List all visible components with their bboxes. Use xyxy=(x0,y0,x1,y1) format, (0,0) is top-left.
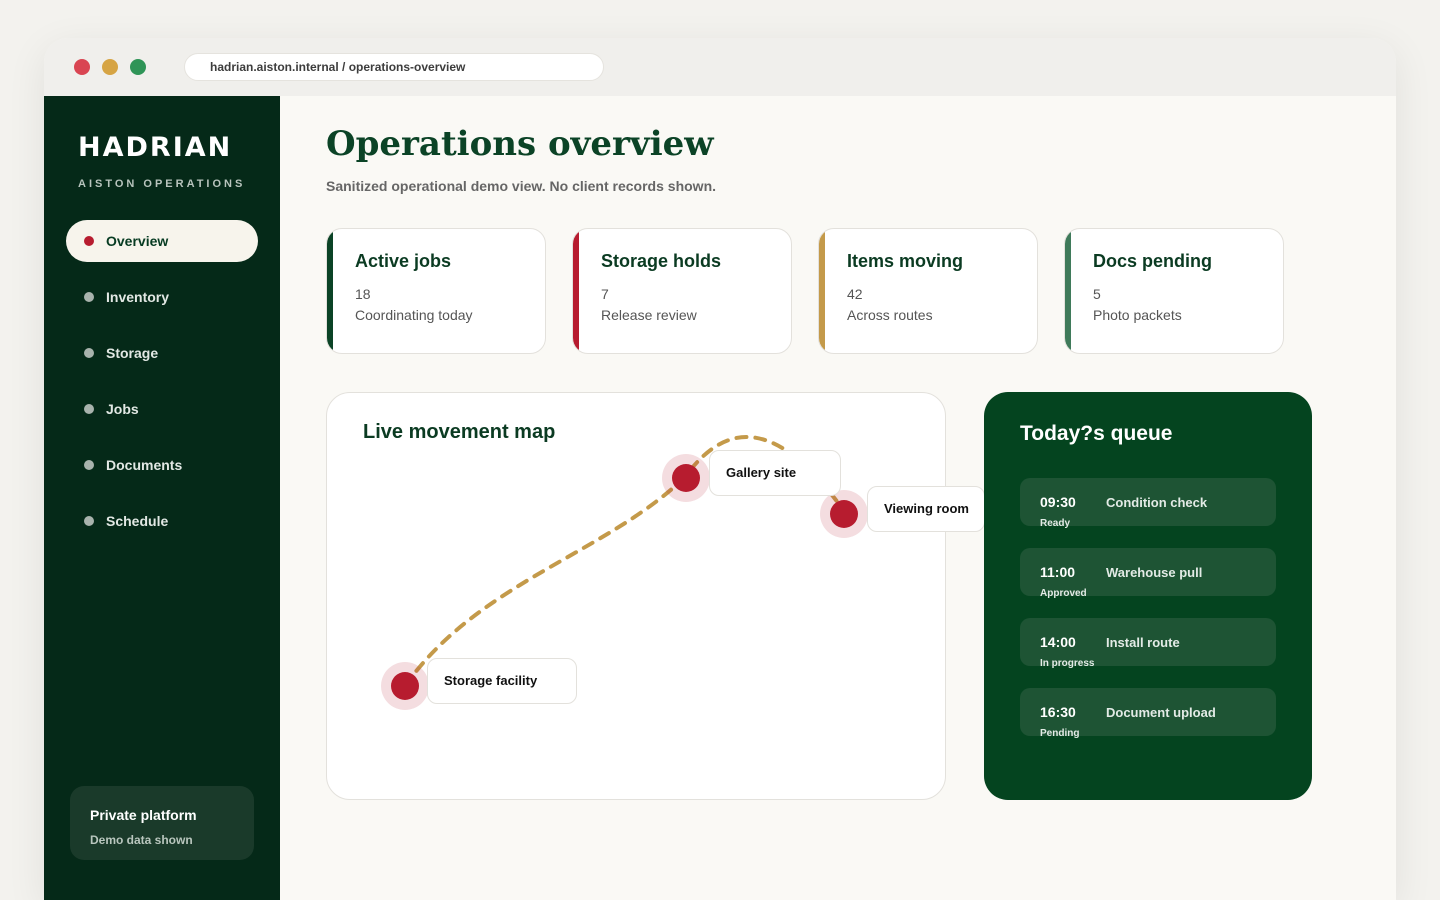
queue-item-status: Pending xyxy=(1040,728,1080,739)
stat-accent-bar xyxy=(819,229,825,353)
queue-item-status: In progress xyxy=(1040,658,1095,669)
sidebar-item-jobs[interactable]: Jobs xyxy=(66,388,258,430)
stat-card-docs-pending[interactable]: Docs pending 5 Photo packets xyxy=(1064,228,1284,354)
stat-accent-bar xyxy=(1065,229,1071,353)
bullet-icon xyxy=(84,292,94,302)
queue-item-time: 11:00 xyxy=(1040,564,1076,580)
queue-item-time: 14:00 xyxy=(1040,634,1076,650)
location-label-storage-facility[interactable]: Storage facility xyxy=(427,658,577,704)
brand-logo[interactable]: HADRIAN xyxy=(78,132,232,163)
sidebar-item-schedule[interactable]: Schedule xyxy=(66,500,258,542)
page-title: Operations overview xyxy=(326,124,714,164)
stat-detail: Release review xyxy=(601,307,697,323)
location-label-gallery-site[interactable]: Gallery site xyxy=(709,450,841,496)
stat-detail: Photo packets xyxy=(1093,307,1182,323)
stat-title: Active jobs xyxy=(355,251,452,271)
sidebar-item-label: Jobs xyxy=(106,401,139,417)
minimize-window-button[interactable] xyxy=(102,59,118,75)
bullet-icon xyxy=(84,236,94,246)
queue-item[interactable]: 09:30 Condition check Ready xyxy=(1020,478,1276,529)
location-label-viewing-room[interactable]: Viewing room xyxy=(867,486,985,532)
route-map-svg xyxy=(381,435,868,710)
private-platform-title: Private platform xyxy=(90,807,197,823)
stat-accent-bar xyxy=(327,229,333,353)
bullet-icon xyxy=(84,460,94,470)
stat-detail: Coordinating today xyxy=(355,307,473,323)
stat-accent-bar xyxy=(573,229,579,353)
live-movement-map[interactable]: Live movement map Storage facility Galle… xyxy=(326,392,985,800)
queue-item-status: Ready xyxy=(1040,518,1071,529)
main-content: Operations overview Sanitized operationa… xyxy=(280,96,1396,900)
stat-value: 42 xyxy=(847,286,863,302)
sidebar-item-inventory[interactable]: Inventory xyxy=(66,276,258,318)
viewing-room-pin-icon[interactable] xyxy=(830,500,858,528)
stat-value: 18 xyxy=(355,286,371,302)
queue-item-task: Condition check xyxy=(1106,495,1208,510)
stat-card-items-moving[interactable]: Items moving 42 Across routes xyxy=(818,228,1038,354)
stat-detail: Across routes xyxy=(847,307,933,323)
private-platform-card: Private platform Demo data shown xyxy=(70,786,254,860)
queue-item-time: 16:30 xyxy=(1040,704,1076,720)
queue-item-status: Approved xyxy=(1040,588,1087,599)
sidebar-item-label: Inventory xyxy=(106,289,170,305)
queue-title: Today?s queue xyxy=(1020,422,1173,445)
queue-item-task: Document upload xyxy=(1106,705,1216,720)
todays-queue-panel: Today?s queue 09:30 Condition check Read… xyxy=(984,392,1312,800)
stat-value: 7 xyxy=(601,286,609,302)
bullet-icon xyxy=(84,404,94,414)
bullet-icon xyxy=(84,348,94,358)
queue-item[interactable]: 14:00 Install route In progress xyxy=(1020,618,1276,669)
sidebar-item-overview[interactable]: Overview xyxy=(66,220,258,262)
queue-item-task: Install route xyxy=(1106,635,1180,650)
sidebar-item-documents[interactable]: Documents xyxy=(66,444,258,486)
queue-item[interactable]: 11:00 Warehouse pull Approved xyxy=(1020,548,1276,599)
sidebar-item-storage[interactable]: Storage xyxy=(66,332,258,374)
stat-card-storage-holds[interactable]: Storage holds 7 Release review xyxy=(572,228,792,354)
stat-card-active-jobs[interactable]: Active jobs 18 Coordinating today xyxy=(326,228,546,354)
browser-window: hadrian.aiston.internal / operations-ove… xyxy=(44,38,1396,900)
stat-value: 5 xyxy=(1093,286,1101,302)
brand-subtitle: AISTON OPERATIONS xyxy=(78,178,246,190)
close-window-button[interactable] xyxy=(74,59,90,75)
queue-item-task: Warehouse pull xyxy=(1106,565,1203,580)
bullet-icon xyxy=(84,516,94,526)
sidebar: HADRIAN AISTON OPERATIONS Overview Inven… xyxy=(44,96,280,900)
queue-item-time: 09:30 xyxy=(1040,494,1076,510)
maximize-window-button[interactable] xyxy=(130,59,146,75)
gallery-site-pin-icon[interactable] xyxy=(672,464,700,492)
stat-title: Items moving xyxy=(847,251,964,271)
sidebar-item-label: Documents xyxy=(106,457,183,473)
sidebar-item-label: Storage xyxy=(106,345,159,361)
storage-facility-pin-icon[interactable] xyxy=(391,672,419,700)
browser-chrome: hadrian.aiston.internal / operations-ove… xyxy=(44,38,1396,96)
private-platform-subtitle: Demo data shown xyxy=(90,833,193,847)
address-bar[interactable]: hadrian.aiston.internal / operations-ove… xyxy=(184,53,604,81)
page-subtitle: Sanitized operational demo view. No clie… xyxy=(326,178,717,194)
queue-item[interactable]: 16:30 Document upload Pending xyxy=(1020,688,1276,739)
stat-title: Storage holds xyxy=(601,251,722,271)
sidebar-item-label: Overview xyxy=(106,233,169,249)
stat-title: Docs pending xyxy=(1093,251,1213,271)
sidebar-item-label: Schedule xyxy=(106,513,169,529)
